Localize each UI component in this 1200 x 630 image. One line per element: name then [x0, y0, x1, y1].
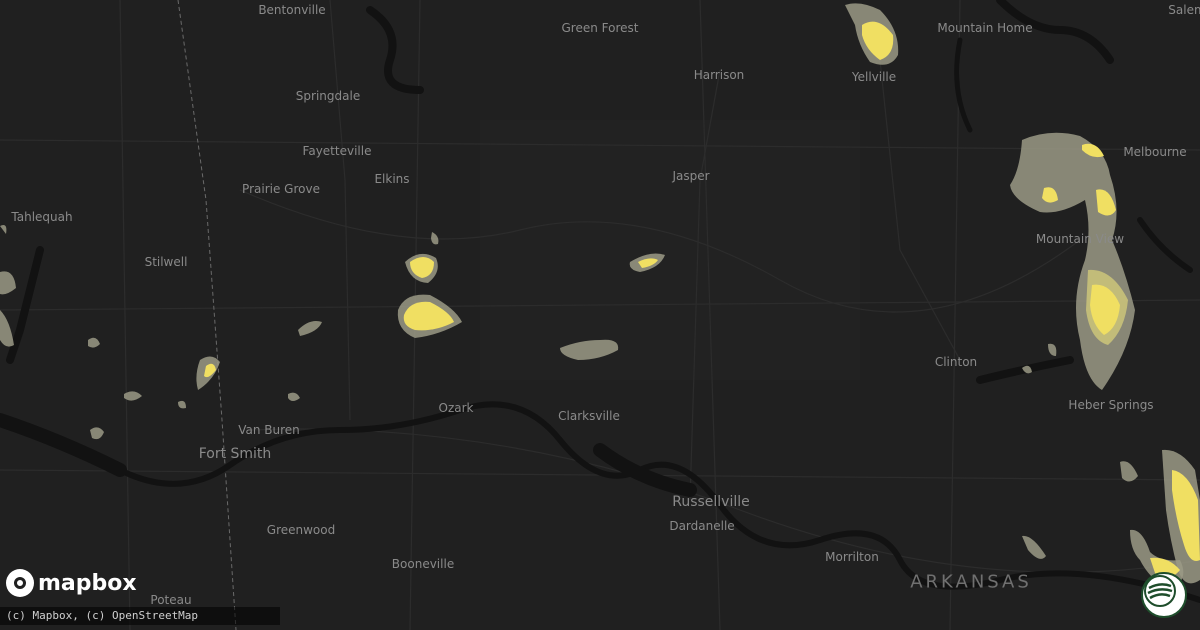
- globe-badge-graphic: [1144, 575, 1176, 607]
- place-label-mountain-view: Mountain View: [1035, 232, 1125, 246]
- map-attribution[interactable]: (c) Mapbox, (c) OpenStreetMap: [0, 607, 280, 625]
- place-label-heber-springs: Heber Springs: [1068, 398, 1154, 412]
- place-label-ozark: Ozark: [438, 401, 474, 415]
- place-label-dardanelle: Dardanelle: [669, 519, 735, 533]
- mapbox-logo-text: mapbox: [38, 570, 137, 596]
- place-label-elkins: Elkins: [374, 172, 410, 186]
- place-label-fayetteville: Fayetteville: [302, 144, 372, 158]
- place-label-salem: Salem: [1168, 3, 1200, 17]
- place-label-prairie-grove: Prairie Grove: [242, 182, 320, 196]
- mapbox-logo[interactable]: mapbox: [6, 569, 137, 597]
- place-label-melbourne: Melbourne: [1123, 145, 1187, 159]
- state-label-arkansas: ARKANSAS: [910, 571, 1032, 593]
- place-label-springdale: Springdale: [295, 89, 361, 103]
- place-label-yellville: Yellville: [851, 70, 897, 84]
- map-base-layer: [0, 0, 1200, 630]
- globe-badge-icon[interactable]: [1141, 572, 1187, 618]
- place-label-mountain-home: Mountain Home: [937, 21, 1033, 35]
- place-label-jasper: Jasper: [672, 169, 710, 183]
- place-label-poteau: Poteau: [150, 593, 192, 607]
- place-label-russellville: Russellville: [672, 494, 750, 510]
- place-label-stilwell: Stilwell: [144, 255, 188, 269]
- place-label-booneville: Booneville: [391, 557, 455, 571]
- place-label-harrison: Harrison: [693, 68, 745, 82]
- place-label-morrilton: Morrilton: [825, 550, 879, 564]
- place-label-tahlequah: Tahlequah: [11, 210, 73, 224]
- place-label-fort-smith: Fort Smith: [198, 446, 272, 462]
- place-label-greenwood: Greenwood: [266, 523, 336, 537]
- place-label-bentonville: Bentonville: [258, 3, 326, 17]
- place-label-clarksville: Clarksville: [558, 409, 620, 423]
- mapbox-logo-icon: [6, 569, 34, 597]
- place-label-clinton: Clinton: [934, 355, 978, 369]
- map-canvas[interactable]: Bentonville Green Forest Mountain Home S…: [0, 0, 1200, 630]
- place-label-van-buren: Van Buren: [238, 423, 300, 437]
- place-label-green-forest: Green Forest: [561, 21, 639, 35]
